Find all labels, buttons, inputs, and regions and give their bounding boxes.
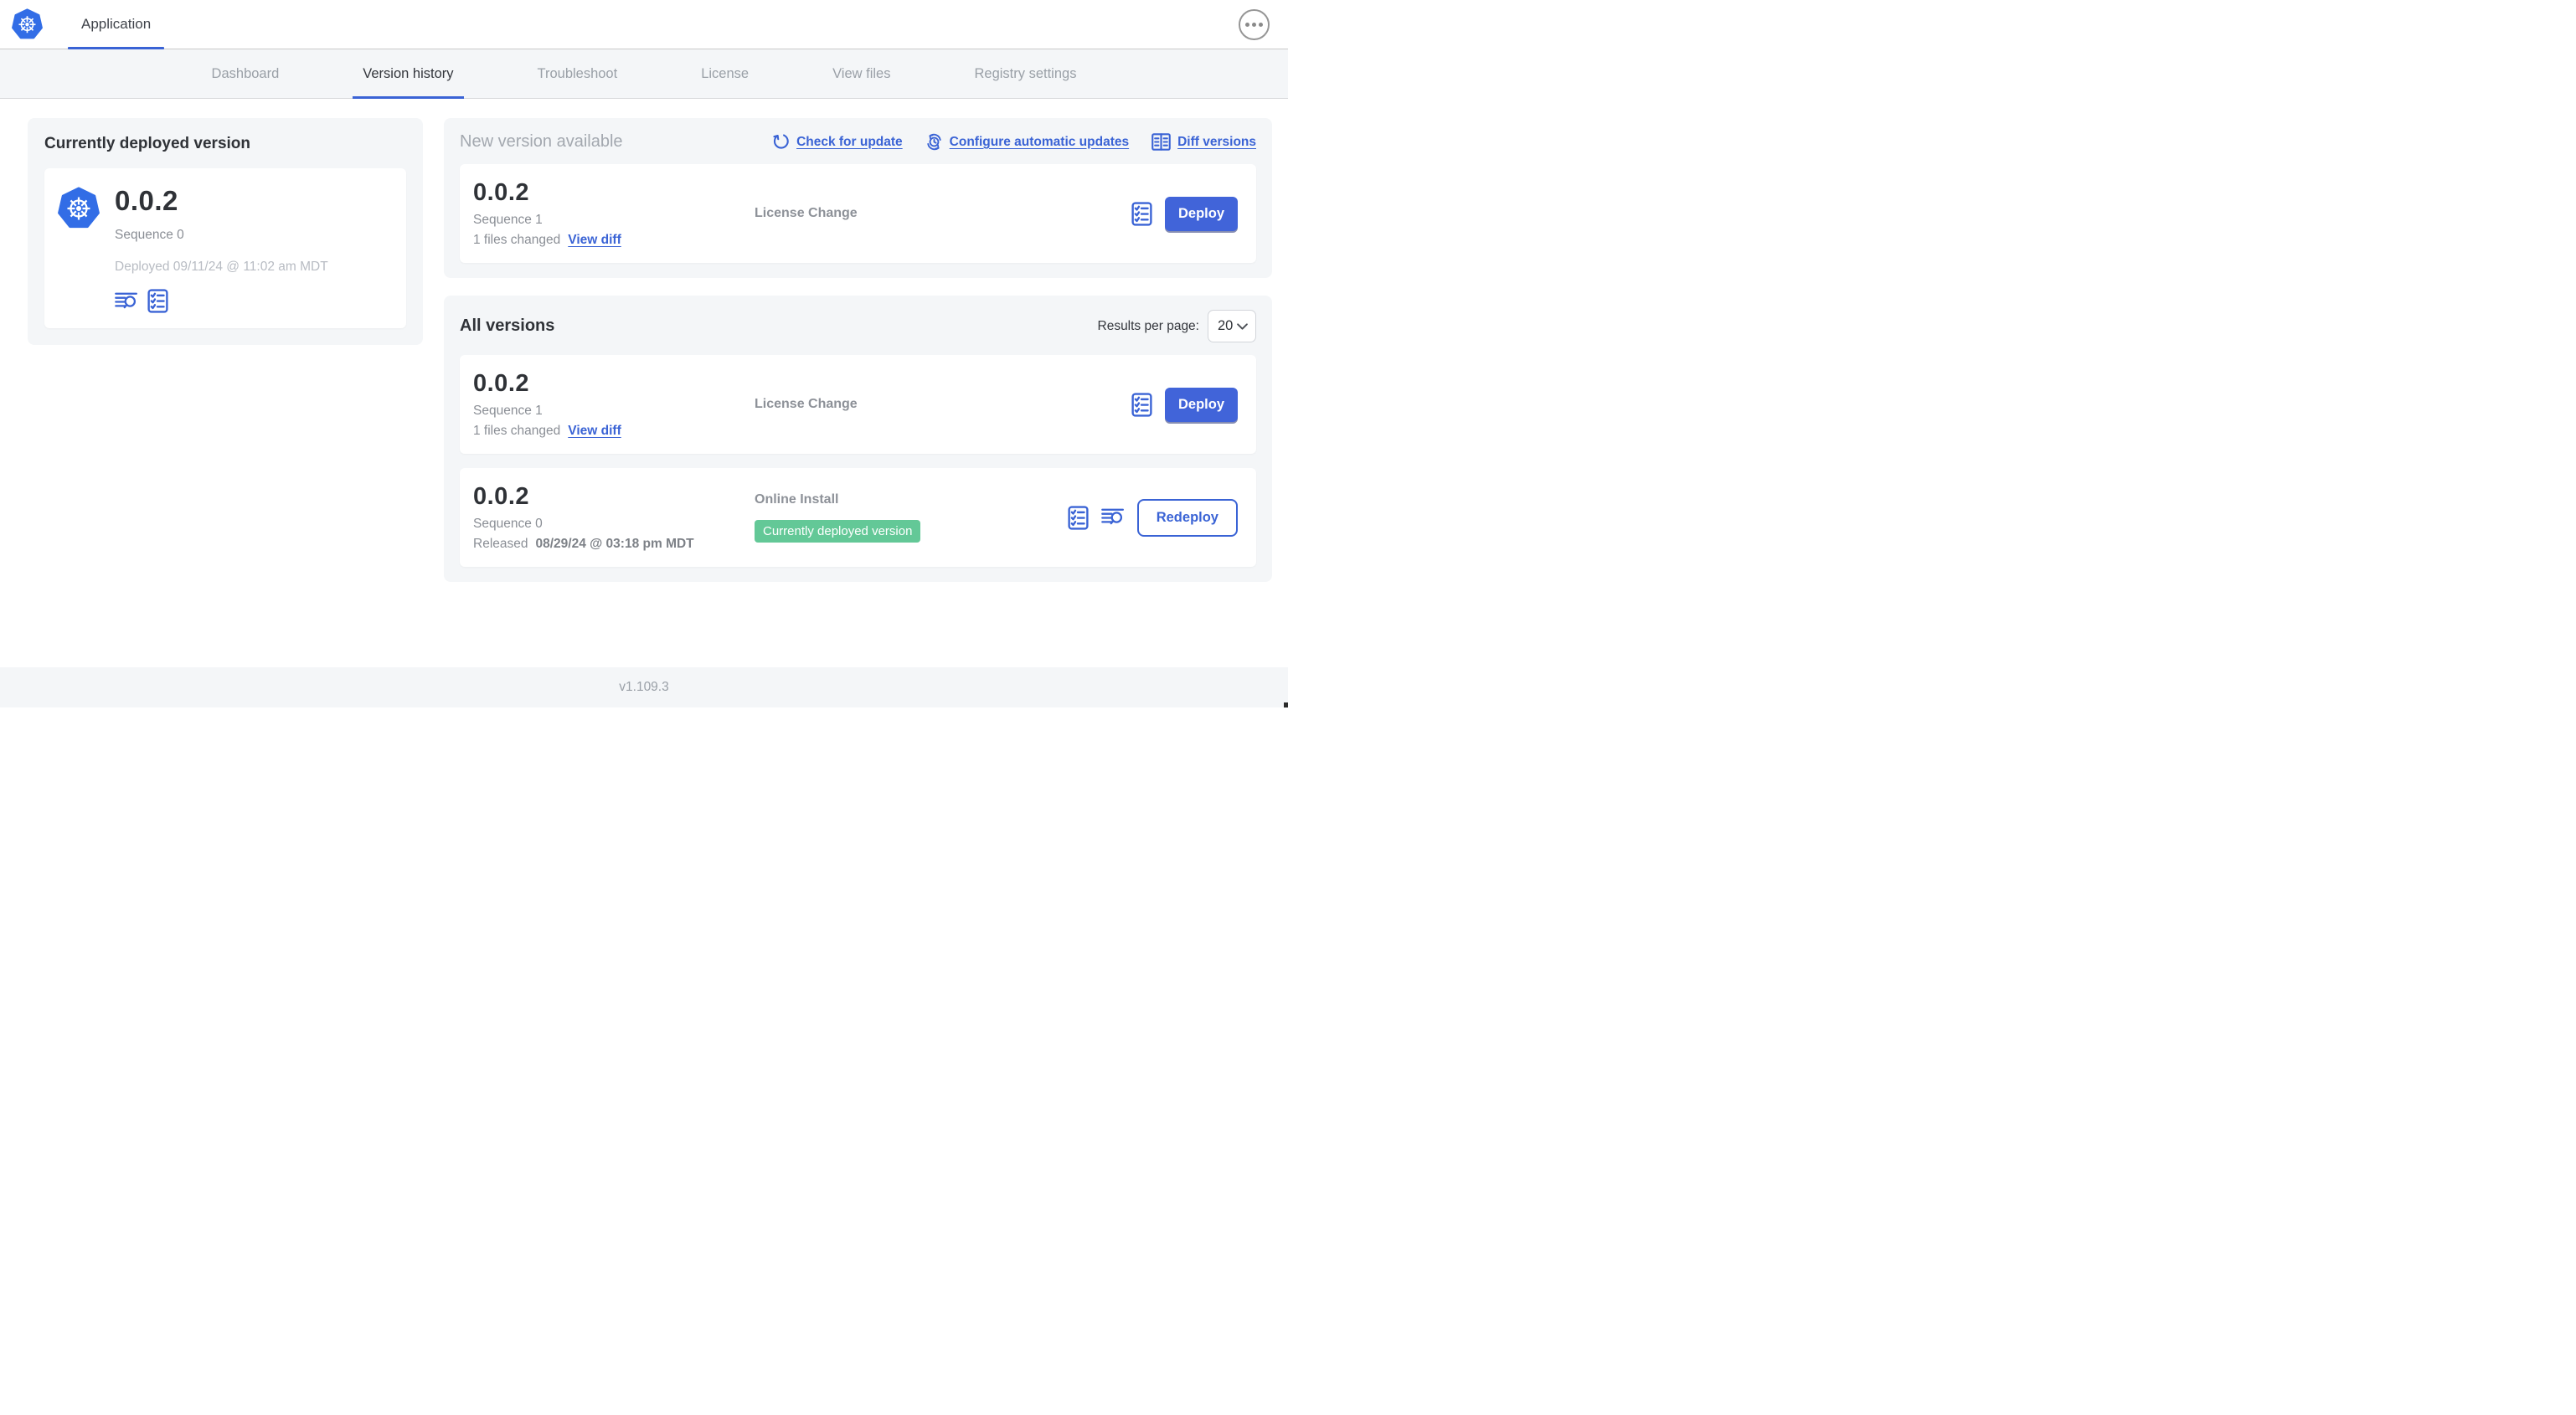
view-diff-link[interactable]: View diff [568,233,621,248]
overflow-menu-button[interactable] [1239,8,1270,40]
released-date: 08/29/24 @ 03:18 pm MDT [535,537,694,551]
version-source-label: Online Install [755,492,839,507]
currently-deployed-badge: Currently deployed version [755,520,921,543]
new-version-title: New version available [460,132,623,151]
current-version-deployed-date: Deployed 09/11/24 @ 11:02 am MDT [115,260,328,274]
app-tab[interactable]: Application [68,0,165,49]
right-column: New version available Check for update C… [444,118,1272,582]
all-versions-section: All versions Results per page: 20 0.0.2 … [444,296,1272,582]
diff-versions-link[interactable]: Diff versions [1151,133,1256,151]
results-per-page-label: Results per page: [1097,318,1200,333]
new-version-section: New version available Check for update C… [444,118,1272,278]
view-diff-link[interactable]: View diff [568,424,621,439]
logs-icon [1100,507,1125,527]
results-per-page-select[interactable]: 20 [1208,310,1256,342]
checklist-icon [1131,201,1152,226]
view-logs-button[interactable] [1100,507,1125,527]
tab-dashboard[interactable]: Dashboard [202,49,290,98]
results-per-page-value: 20 [1218,318,1234,333]
console-version: v1.109.3 [619,680,669,694]
checklist-icon [1131,392,1152,417]
new-version-card: 0.0.2 Sequence 1 1 files changed View di… [460,164,1256,263]
version-sequence: Sequence 1 [473,213,543,227]
logs-icon [115,291,138,311]
checklist-icon [1068,505,1089,530]
app-tab-label: Application [81,16,152,32]
app-kubernetes-icon [58,187,100,230]
kubernetes-logo-icon [12,8,43,41]
version-row: 0.0.2 Sequence 0 Released 08/29/24 @ 03:… [460,468,1256,567]
tab-troubleshoot[interactable]: Troubleshoot [528,49,628,98]
chevron-down-icon [1237,322,1248,330]
released-label: Released [473,537,528,551]
tab-license[interactable]: License [691,49,759,98]
deploy-button[interactable]: Deploy [1165,387,1238,422]
tab-view-files[interactable]: View files [822,49,900,98]
preflight-checks-button[interactable] [147,289,168,313]
configure-automatic-updates-link[interactable]: Configure automatic updates [925,133,1129,151]
check-for-update-link[interactable]: Check for update [772,133,903,151]
diff-icon [1151,133,1171,151]
version-row: 0.0.2 Sequence 1 1 files changed View di… [460,355,1256,454]
scrollbar-corner [1284,702,1288,708]
top-bar: Application [0,0,1288,49]
version-number: 0.0.2 [473,483,529,510]
checklist-icon [147,289,168,313]
deploy-button[interactable]: Deploy [1165,196,1238,231]
preflight-checks-button[interactable] [1131,392,1152,417]
version-sequence: Sequence 0 [473,517,543,531]
version-source-label: License Change [755,397,858,411]
main-content: Currently deployed version 0.0.2 Sequenc… [0,99,1288,667]
active-tab-underline [353,96,464,99]
version-number: 0.0.2 [473,179,529,206]
secondary-nav: Dashboard Version history Troubleshoot L… [0,49,1288,99]
files-changed-label: 1 files changed [473,233,561,247]
clock-refresh-icon [925,133,943,151]
current-version-sequence: Sequence 0 [115,228,184,242]
current-version-number: 0.0.2 [115,185,178,216]
footer: v1.109.3 [0,667,1288,708]
version-sequence: Sequence 1 [473,404,543,418]
all-versions-title: All versions [460,316,555,335]
files-changed-label: 1 files changed [473,424,561,438]
tab-version-history[interactable]: Version history [353,49,464,99]
preflight-checks-button[interactable] [1068,505,1089,530]
currently-deployed-title: Currently deployed version [44,135,251,152]
tab-registry-settings[interactable]: Registry settings [964,49,1086,98]
currently-deployed-panel: Currently deployed version 0.0.2 Sequenc… [28,118,423,345]
version-source-label: License Change [755,206,858,220]
ellipsis-menu-icon [1245,22,1249,27]
preflight-checks-button[interactable] [1131,201,1152,226]
redeploy-button[interactable]: Redeploy [1136,498,1238,537]
view-logs-button[interactable] [115,291,138,311]
current-version-card: 0.0.2 Sequence 0 Deployed 09/11/24 @ 11:… [44,168,406,328]
refresh-icon [772,133,790,151]
version-number: 0.0.2 [473,370,529,397]
active-app-tab-underline [68,47,165,49]
